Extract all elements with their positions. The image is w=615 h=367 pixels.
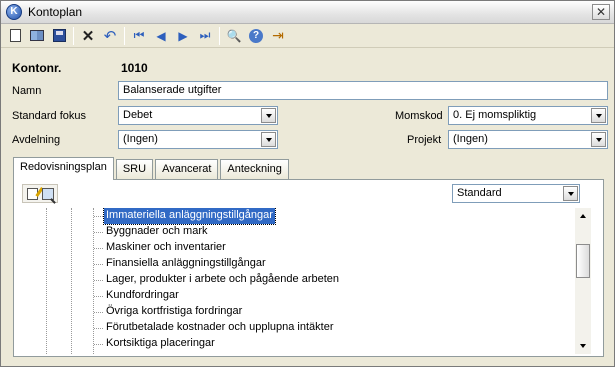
tree-item[interactable]: Kundfordringar — [94, 288, 181, 304]
scroll-down-icon[interactable] — [575, 338, 591, 354]
tab-strip: Redovisningsplan SRU Avancerat Antecknin… — [13, 157, 291, 180]
tree-item[interactable]: Byggnader och mark — [94, 224, 210, 240]
namn-input[interactable]: Balanserade utgifter — [118, 81, 608, 100]
print-preview-icon[interactable]: 🔍 — [224, 26, 244, 46]
tree-guide-line — [93, 208, 94, 354]
last-record-icon[interactable]: ⏭ — [195, 26, 215, 46]
edit-icon[interactable] — [25, 186, 39, 201]
namn-label: Namn — [12, 85, 42, 97]
momskod-value: 0. Ej momspliktig — [453, 109, 537, 121]
panel-toolbar — [22, 184, 58, 203]
tree-guide-line — [71, 208, 72, 354]
tab-anteckning[interactable]: Anteckning — [220, 159, 289, 179]
kontoplan-window: K Kontoplan ✕ ✕ ↶ ⏮ ◀ ▶ ⏭ 🔍 ? ⇥ Kontonr.… — [0, 0, 615, 367]
tab-redovisningsplan[interactable]: Redovisningsplan — [13, 157, 114, 180]
standard-fokus-label: Standard fokus — [12, 110, 86, 122]
toolbar: ✕ ↶ ⏮ ◀ ▶ ⏭ 🔍 ? ⇥ — [1, 24, 614, 48]
new-document-icon[interactable] — [5, 26, 25, 46]
avdelning-value: (Ingen) — [123, 133, 158, 145]
previous-record-icon[interactable]: ◀ — [151, 26, 171, 46]
toolbar-separator — [124, 26, 125, 45]
kontonr-label: Kontonr. — [12, 61, 62, 75]
avdelning-select[interactable]: (Ingen) — [118, 130, 278, 149]
app-logo-icon: K — [6, 4, 22, 20]
toolbar-separator — [73, 26, 74, 45]
title-bar[interactable]: K Kontoplan ✕ — [1, 1, 614, 24]
projekt-value: (Ingen) — [453, 133, 488, 145]
toolbar-separator — [219, 26, 220, 45]
avdelning-label: Avdelning — [12, 134, 61, 146]
standard-fokus-value: Debet — [123, 109, 153, 121]
save-icon[interactable] — [49, 26, 69, 46]
projekt-label: Projekt — [407, 134, 442, 146]
tree-item[interactable]: Immateriella anläggningstillgångar — [94, 208, 276, 225]
tree-item[interactable]: Kortsiktiga placeringar — [94, 336, 217, 352]
tree-item[interactable]: Lager, produkter i arbete och pågående a… — [93, 272, 341, 288]
find-icon[interactable] — [41, 186, 55, 201]
first-record-icon[interactable]: ⏮ — [129, 26, 149, 46]
tree-item[interactable]: Förutbetalade kostnader och upplupna int… — [94, 320, 336, 336]
tree-item[interactable]: Finansiella anläggningstillgångar — [94, 256, 268, 272]
next-record-icon[interactable]: ▶ — [173, 26, 193, 46]
account-tree[interactable]: Immateriella anläggningstillgångar Byggn… — [22, 208, 585, 354]
momskod-label: Momskod — [395, 110, 443, 122]
redovisningsplan-panel: Standard Immateriella anläggningstillgån… — [13, 179, 604, 357]
tab-avancerat[interactable]: Avancerat — [155, 159, 219, 179]
chevron-down-icon[interactable] — [261, 132, 276, 147]
standard-fokus-select[interactable]: Debet — [118, 106, 278, 125]
tree-scrollbar[interactable] — [575, 208, 591, 354]
chevron-down-icon[interactable] — [591, 132, 606, 147]
chevron-down-icon[interactable] — [563, 186, 578, 201]
chevron-down-icon[interactable] — [591, 108, 606, 123]
view-select[interactable]: Standard — [452, 184, 580, 203]
kontonr-value: 1010 — [121, 61, 148, 75]
help-glyph: ? — [249, 28, 263, 43]
view-select-value: Standard — [457, 187, 502, 199]
projekt-select[interactable]: (Ingen) — [448, 130, 608, 149]
tree-guide-line — [46, 208, 47, 354]
open-book-icon[interactable] — [27, 26, 47, 46]
help-icon[interactable]: ? — [246, 26, 266, 46]
delete-icon[interactable]: ✕ — [78, 26, 98, 46]
momskod-select[interactable]: 0. Ej momspliktig — [448, 106, 608, 125]
window-title: Kontoplan — [28, 5, 83, 19]
tree-item[interactable]: Övriga kortfristiga fordringar — [93, 304, 244, 320]
close-window-button[interactable]: ✕ — [592, 4, 610, 20]
chevron-down-icon[interactable] — [261, 108, 276, 123]
scrollbar-thumb[interactable] — [576, 244, 590, 278]
tab-sru[interactable]: SRU — [115, 159, 154, 179]
undo-icon[interactable]: ↶ — [100, 26, 120, 46]
exit-icon[interactable]: ⇥ — [268, 26, 288, 46]
tree-item[interactable]: Maskiner och inventarier — [94, 240, 228, 256]
scroll-up-icon[interactable] — [575, 208, 591, 224]
